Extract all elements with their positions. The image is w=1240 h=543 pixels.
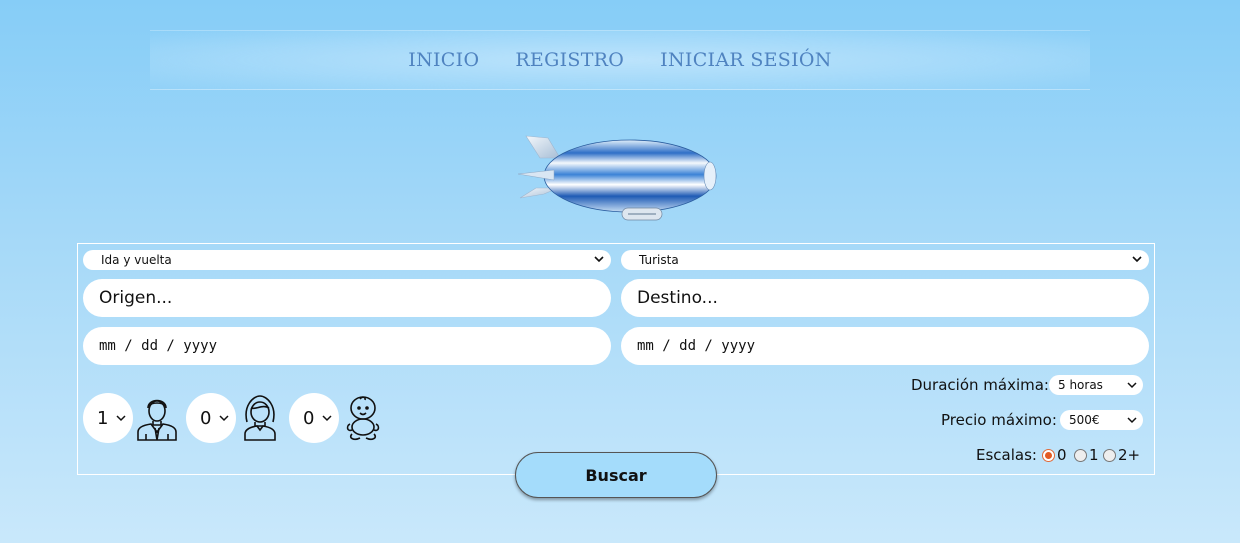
stops-label: Escalas: — [976, 446, 1037, 464]
adult-man-icon — [137, 399, 177, 441]
adults-value: 1 — [97, 407, 109, 429]
max-price-label: Precio máximo: — [941, 411, 1057, 429]
return-date-input[interactable]: mm / dd / yyyy — [621, 327, 1149, 365]
radio-button-selected[interactable] — [1042, 448, 1055, 462]
blimp-logo — [517, 135, 717, 221]
max-duration-value: 5 horas — [1058, 378, 1103, 392]
trip-type-select[interactable]: Ida y vuelta — [83, 250, 611, 270]
stops-radio-1[interactable]: 1 — [1074, 446, 1099, 464]
return-date-placeholder: mm / dd / yyyy — [637, 338, 756, 354]
trip-type-value: Ida y vuelta — [101, 253, 172, 267]
nav-link-inicio[interactable]: INICIO — [408, 49, 479, 71]
origin-input[interactable]: Origen... — [83, 279, 611, 317]
adults-select[interactable]: 1 — [83, 393, 133, 443]
class-value: Turista — [639, 253, 679, 267]
chevron-down-icon — [1132, 256, 1142, 263]
chevron-down-icon — [116, 415, 126, 422]
destination-placeholder: Destino... — [637, 288, 718, 308]
nav-link-registro[interactable]: REGISTRO — [515, 49, 624, 71]
stops-option-label: 1 — [1089, 446, 1099, 464]
chevron-down-icon — [1127, 382, 1137, 389]
chevron-down-icon — [594, 256, 604, 263]
radio-button[interactable] — [1103, 448, 1116, 462]
stops-radio-2plus[interactable]: 2+ — [1103, 446, 1140, 464]
origin-placeholder: Origen... — [99, 288, 173, 308]
top-nav: INICIO REGISTRO INICIAR SESIÓN — [150, 30, 1090, 90]
child-girl-icon — [244, 395, 276, 441]
max-duration-select[interactable]: 5 horas — [1049, 375, 1143, 395]
destination-input[interactable]: Destino... — [621, 279, 1149, 317]
children-select[interactable]: 0 — [186, 393, 236, 443]
nav-link-iniciar-sesion[interactable]: INICIAR SESIÓN — [660, 49, 832, 71]
children-value: 0 — [200, 407, 212, 429]
chevron-down-icon — [322, 415, 332, 422]
stops-option-label: 0 — [1057, 446, 1067, 464]
stops-option-label: 2+ — [1118, 446, 1141, 464]
max-price-select[interactable]: 500€ — [1060, 410, 1143, 430]
radio-button[interactable] — [1074, 448, 1087, 462]
search-button[interactable]: Buscar — [515, 452, 717, 498]
stops-radio-0[interactable]: 0 — [1042, 446, 1067, 464]
chevron-down-icon — [1127, 417, 1137, 424]
baby-icon — [346, 396, 380, 441]
infants-value: 0 — [303, 407, 315, 429]
chevron-down-icon — [219, 415, 229, 422]
class-select[interactable]: Turista — [621, 250, 1149, 270]
infants-select[interactable]: 0 — [289, 393, 339, 443]
max-price-value: 500€ — [1069, 413, 1100, 427]
departure-date-placeholder: mm / dd / yyyy — [99, 338, 218, 354]
max-duration-label: Duración máxima: — [911, 376, 1049, 394]
departure-date-input[interactable]: mm / dd / yyyy — [83, 327, 611, 365]
